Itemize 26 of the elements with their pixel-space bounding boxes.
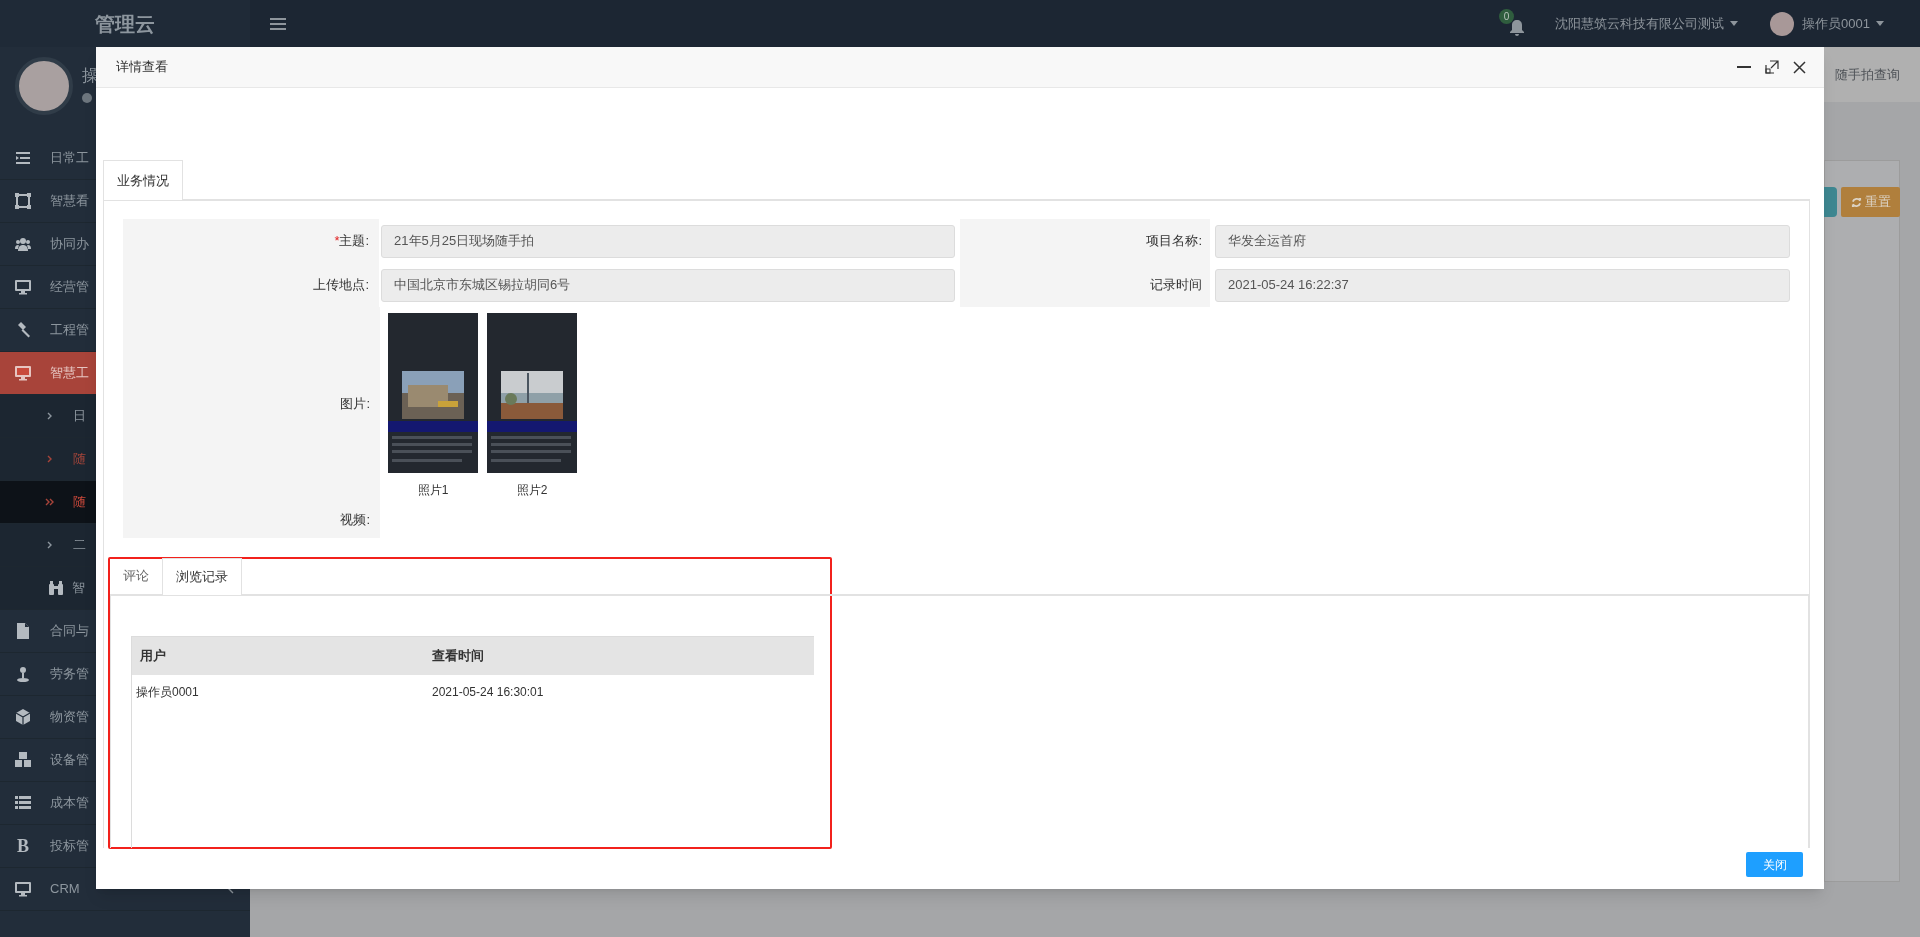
input-field[interactable]: 中国北京市东城区锡拉胡同6号 bbox=[381, 268, 955, 302]
field-label: 视频: bbox=[340, 510, 370, 529]
company-dropdown[interactable]: 沈阳慧筑云科技有限公司测试 bbox=[1555, 13, 1739, 34]
table-cell-text: 2021-05-24 16:30:01 bbox=[432, 684, 545, 701]
input-field[interactable]: 21年5月25日现场随手拍 bbox=[381, 224, 955, 258]
field-label: 上传地点: bbox=[313, 276, 370, 295]
notification-badge: 0 bbox=[1499, 8, 1515, 24]
photo-caption: 照片1 bbox=[417, 482, 449, 499]
column-header: 查看时间 bbox=[432, 647, 485, 666]
tab[interactable]: 浏览记录 bbox=[162, 558, 242, 595]
tab[interactable]: 评论 bbox=[110, 558, 162, 595]
field-label: 项目名称: bbox=[1146, 232, 1202, 251]
input-field[interactable]: 2021-05-24 16:22:37 bbox=[1215, 268, 1790, 302]
app-logo: 管理云 bbox=[95, 11, 155, 37]
field-label: 记录时间 bbox=[1150, 276, 1202, 295]
breadcrumb-text[interactable]: 随手拍查询 bbox=[1835, 65, 1900, 85]
input-field[interactable]: 华发全运首府 bbox=[1215, 224, 1790, 258]
photo-caption: 照片2 bbox=[516, 482, 548, 499]
dialog-title: 详情查看 bbox=[116, 58, 168, 77]
field-label: *主题: bbox=[334, 232, 370, 251]
table-cell-text: 操作员0001 bbox=[135, 684, 200, 701]
field-label: 图片: bbox=[340, 395, 370, 414]
bold-glyph-icon: B bbox=[15, 832, 31, 860]
user-dropdown[interactable]: 操作员0001 bbox=[1802, 13, 1884, 34]
tab[interactable]: 业务情况 bbox=[103, 160, 183, 200]
column-header: 用户 bbox=[139, 647, 167, 666]
